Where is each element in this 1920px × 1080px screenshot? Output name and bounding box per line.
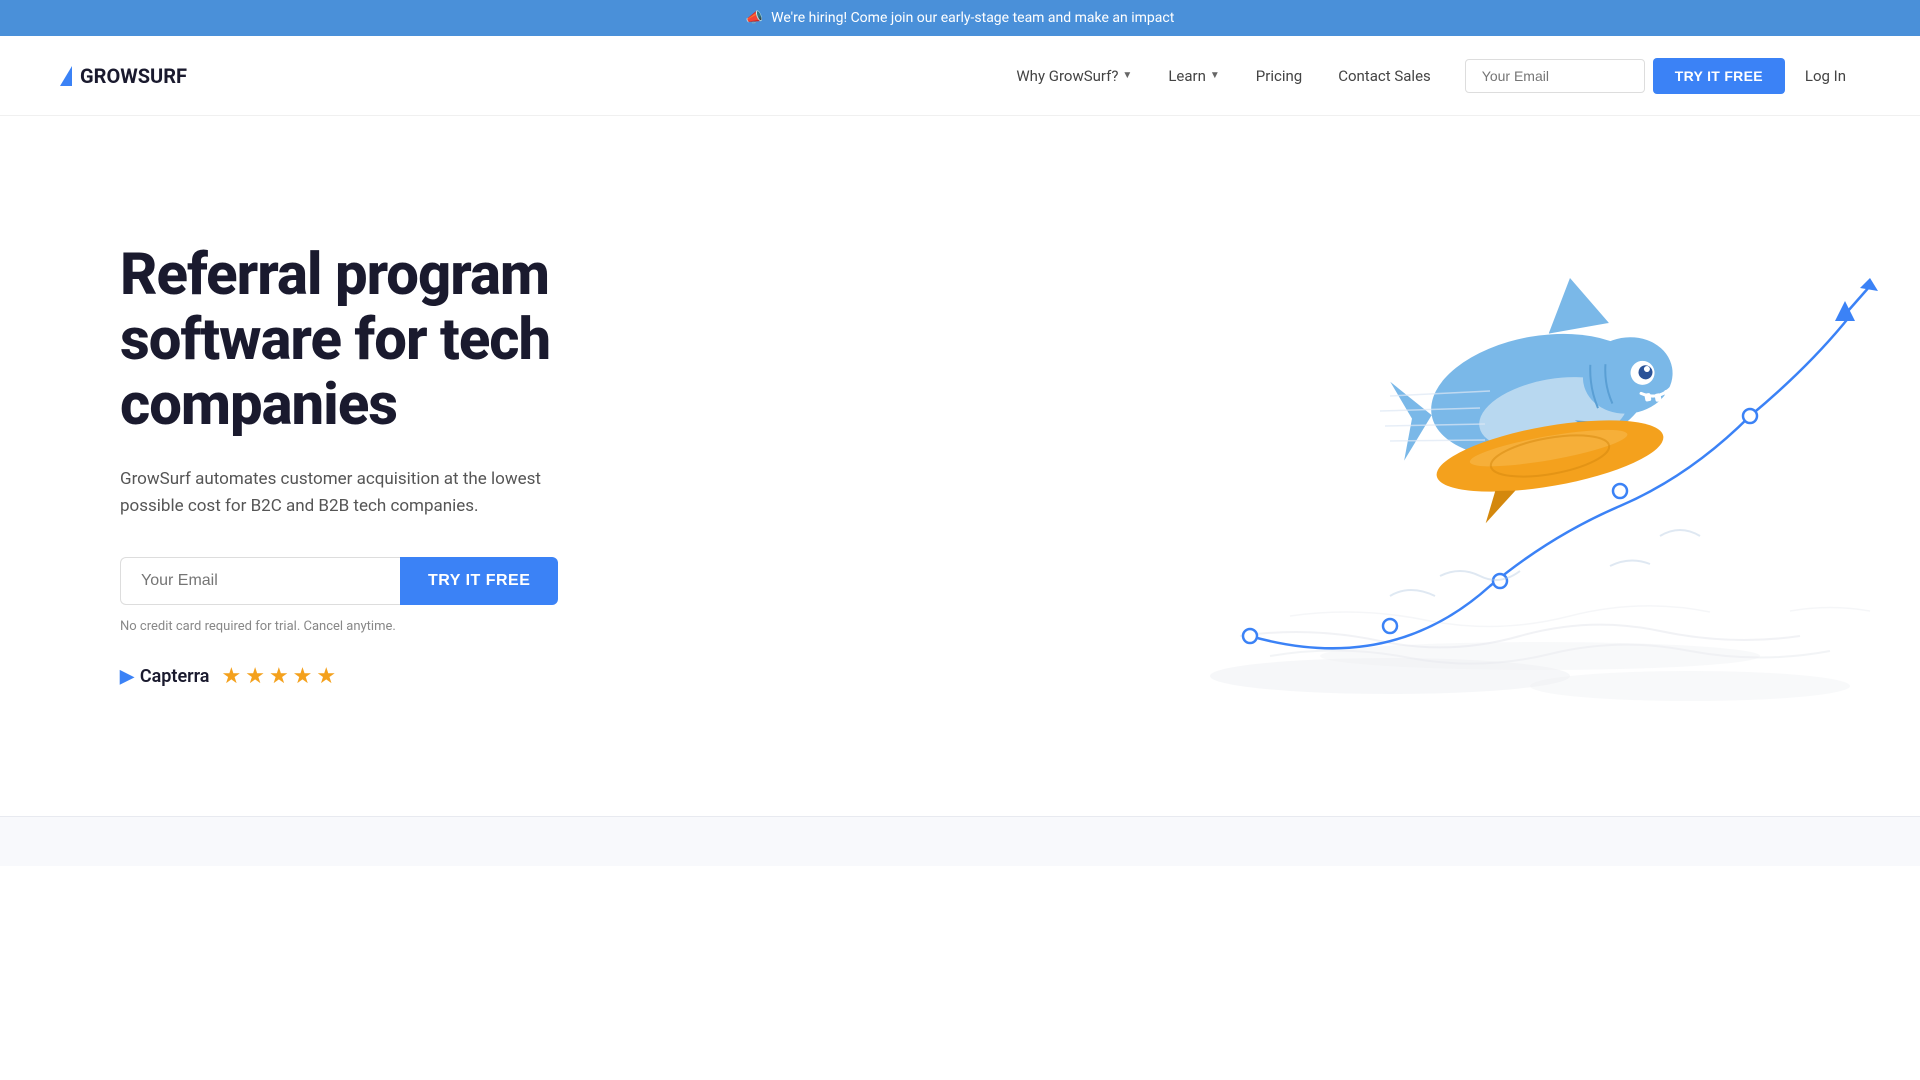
nav-contact-label: Contact Sales [1338, 67, 1431, 85]
hero-illustration [720, 216, 1860, 716]
announcement-text: We're hiring! Come join our early-stage … [771, 10, 1174, 26]
logo[interactable]: GROWSURF [60, 64, 187, 88]
hero-try-it-free-button[interactable]: TRY IT FREE [400, 557, 558, 605]
hero-email-input[interactable] [120, 557, 400, 605]
hero-cta-form: TRY IT FREE [120, 557, 680, 605]
nav-why-growsurf[interactable]: Why GrowSurf? ▼ [1002, 59, 1146, 93]
capterra-rating: ▶ Capterra ★ ★ ★ ★ ★ [120, 664, 680, 689]
nav-contact-sales[interactable]: Contact Sales [1324, 59, 1445, 93]
star-5: ★ [316, 664, 336, 689]
hero-try-btn-label: TRY IT FREE [428, 572, 530, 589]
nav-pricing-label: Pricing [1256, 67, 1302, 85]
nav-try-it-free-button[interactable]: TRY IT FREE [1653, 58, 1785, 94]
star-1: ★ [221, 664, 241, 689]
hero-section: Referral program software for tech compa… [0, 116, 1920, 816]
capterra-label: Capterra [140, 666, 210, 687]
star-2: ★ [245, 664, 265, 689]
star-4: ★ [293, 664, 313, 689]
nav-links: Why GrowSurf? ▼ Learn ▼ Pricing Contact … [1002, 59, 1444, 93]
nav-try-btn-label: TRY IT FREE [1675, 68, 1763, 84]
logo-icon [60, 66, 72, 86]
nav-learn-label: Learn [1168, 67, 1206, 85]
star-rating: ★ ★ ★ ★ ★ [221, 664, 336, 689]
capterra-logo: ▶ Capterra [120, 666, 209, 687]
star-3: ★ [269, 664, 289, 689]
announcement-icon: 📣 [746, 10, 763, 26]
chevron-down-icon: ▼ [1210, 70, 1220, 81]
nav-login-link[interactable]: Log In [1791, 59, 1860, 93]
hero-title: Referral program software for tech compa… [120, 243, 680, 438]
announcement-bar: 📣 We're hiring! Come join our early-stag… [0, 0, 1920, 36]
hero-subtitle: GrowSurf automates customer acquisition … [120, 466, 600, 520]
nav-pricing[interactable]: Pricing [1242, 59, 1316, 93]
nav-why-label: Why GrowSurf? [1016, 67, 1118, 85]
navbar: GROWSURF Why GrowSurf? ▼ Learn ▼ Pricing… [0, 36, 1920, 116]
no-credit-text: No credit card required for trial. Cance… [120, 619, 680, 634]
chevron-down-icon: ▼ [1122, 70, 1132, 81]
nav-email-input[interactable] [1465, 59, 1645, 93]
logo-text: GROWSURF [80, 64, 187, 88]
hero-content: Referral program software for tech compa… [120, 243, 680, 688]
bottom-bar [0, 816, 1920, 866]
nav-learn[interactable]: Learn ▼ [1154, 59, 1233, 93]
capterra-icon: ▶ [120, 666, 134, 687]
nav-login-label: Log In [1805, 67, 1846, 85]
shark-illustration [1190, 196, 1890, 716]
